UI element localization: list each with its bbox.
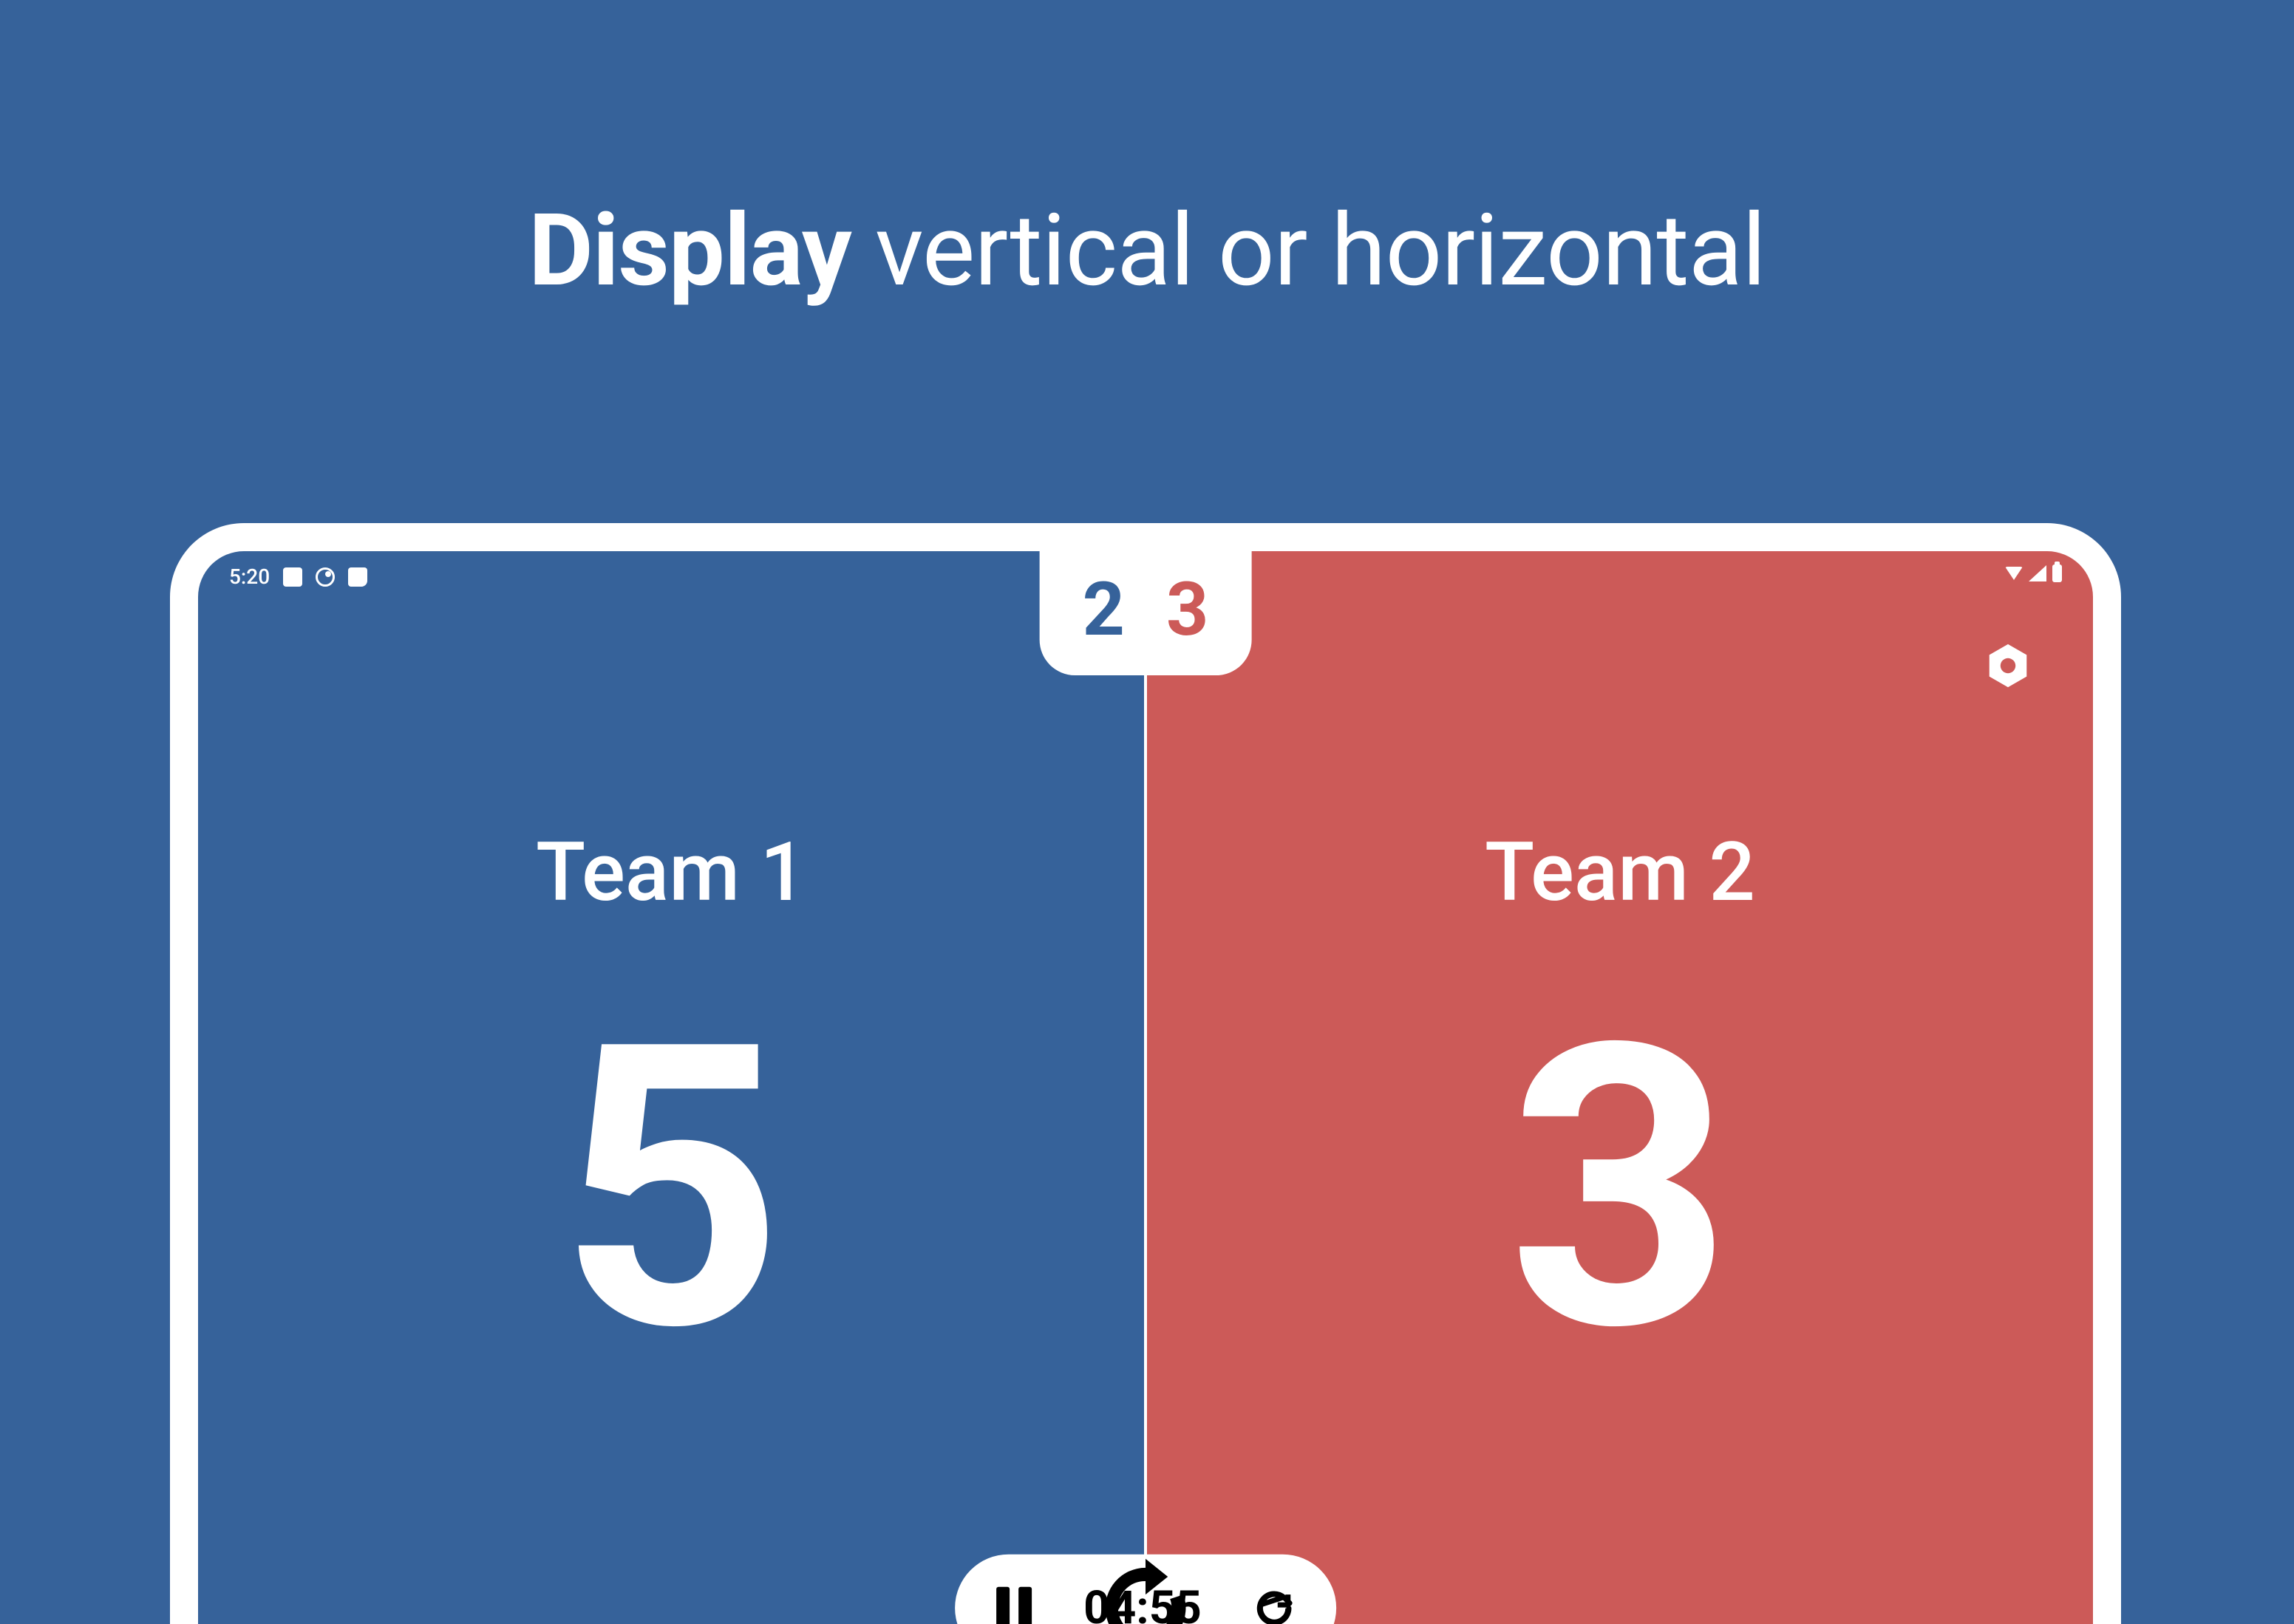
page-heading: Display vertical or horizontal	[0, 192, 2294, 309]
timer-pill: 04:55	[955, 1555, 1336, 1624]
reset-icon[interactable]	[1253, 1587, 1295, 1624]
team2-score: 3	[1508, 994, 1732, 1385]
tablet-screen: 5:20 Team 1 5 Team 2 3	[198, 551, 2093, 1624]
set-score-badge: 2 3	[1040, 551, 1252, 675]
status-bar-right	[2005, 564, 2062, 582]
team1-name: Team 1	[536, 825, 806, 920]
team2-name: Team 2	[1485, 825, 1755, 920]
set-score-team2: 3	[1166, 573, 1208, 647]
tablet-frame: 2 3 5:20 Team 1 5	[170, 523, 2121, 1624]
status-bar-left: 5:20	[229, 564, 367, 589]
team1-panel[interactable]: 5:20 Team 1 5	[198, 551, 1146, 1624]
battery-icon	[2052, 564, 2062, 582]
heading-bold: Display	[528, 192, 851, 309]
status-time: 5:20	[229, 564, 270, 589]
status-icon-doc	[348, 567, 367, 587]
signal-icon	[2029, 565, 2046, 581]
settings-icon[interactable]	[1982, 640, 2034, 692]
heading-rest: vertical or horizontal	[851, 192, 1766, 309]
set-score-team1: 2	[1083, 573, 1125, 647]
wifi-icon	[2005, 567, 2023, 580]
status-icon-round	[316, 567, 335, 587]
team1-score: 5	[559, 994, 783, 1385]
status-icon-square	[283, 567, 302, 587]
team2-panel[interactable]: Team 2 3	[1146, 551, 2093, 1624]
